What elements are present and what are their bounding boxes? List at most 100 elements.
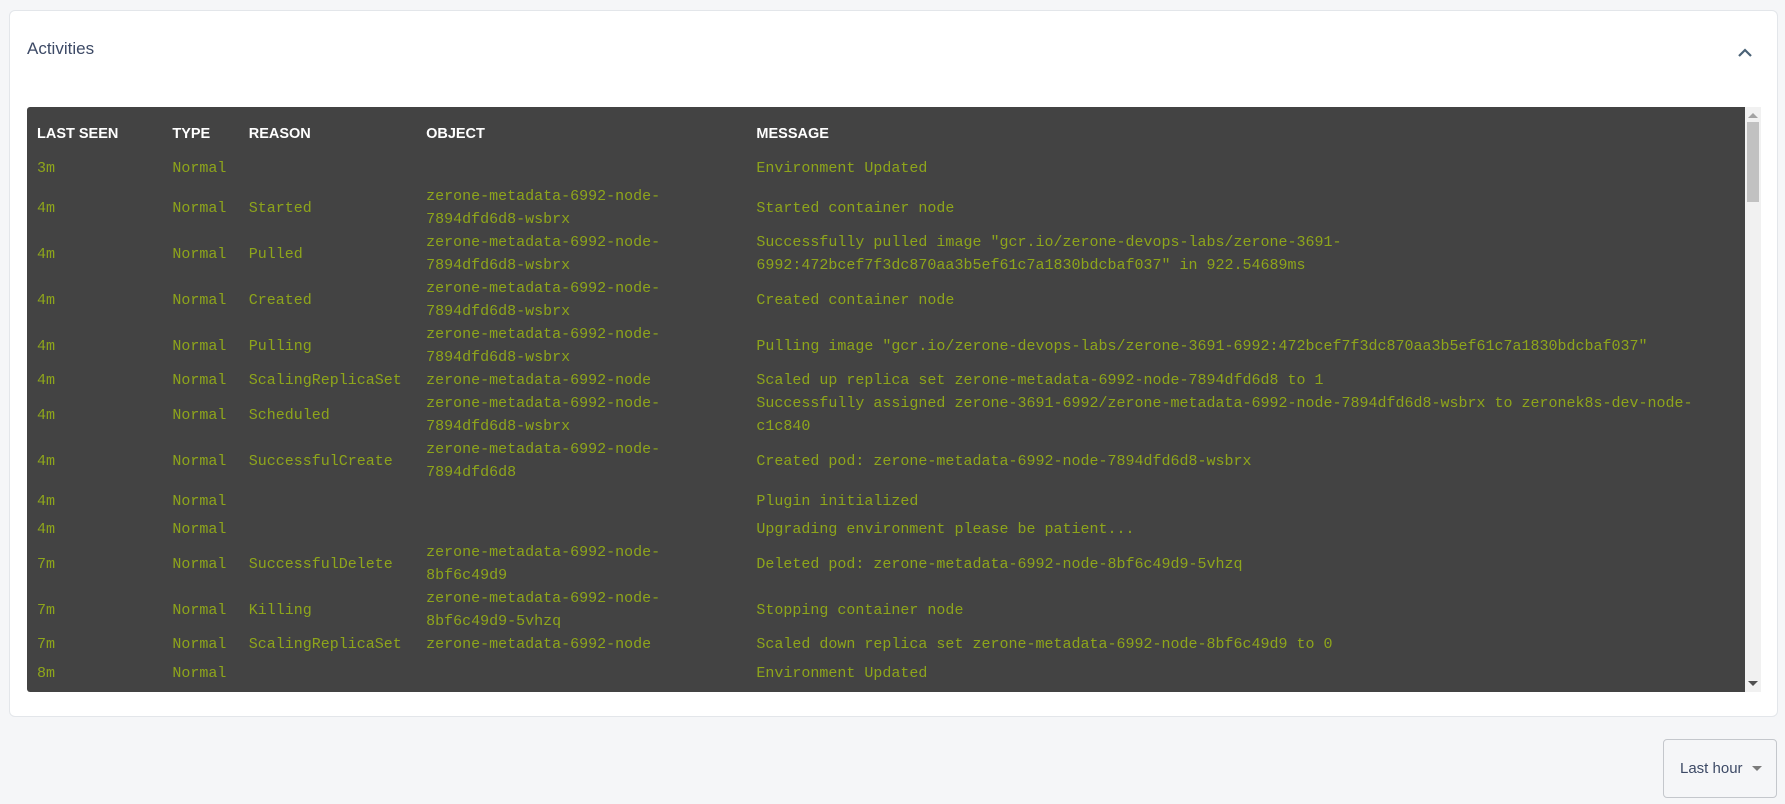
cell-object: zerone-metadata-6992-node- xyxy=(426,690,756,692)
cell-object: zerone-metadata-6992-node- 7894dfd6d8-ws… xyxy=(426,234,661,274)
scroll-up-arrow-icon[interactable] xyxy=(1748,113,1758,118)
cell-last-seen: 4m xyxy=(37,199,56,217)
column-header-object: OBJECT xyxy=(426,126,485,142)
cell-last-seen: 7m xyxy=(37,636,56,653)
cell-object: zerone-metadata-6992-node- 7894dfd6d8-ws… xyxy=(426,188,661,228)
cell-message: Plugin initialized xyxy=(756,492,919,510)
cell-message: Created container node xyxy=(756,291,955,309)
cell-reason: SuccessfulCreate xyxy=(248,452,393,470)
cell-reason: Pulled xyxy=(248,245,303,263)
table-row: 4m Normal Pulling zerone-metadata-6992-node… xyxy=(37,323,1745,369)
collapse-button[interactable] xyxy=(1733,41,1757,65)
time-range-selected: Last hour xyxy=(1680,760,1743,777)
cell-type: Normal xyxy=(172,636,227,653)
cell-type: Normal xyxy=(172,492,227,510)
cell-last-seen: 4m xyxy=(37,521,56,538)
cell-last-seen: 7m xyxy=(37,601,56,619)
cell-reason: Created xyxy=(249,690,426,692)
cell-last-seen: 7m xyxy=(37,555,56,573)
table-row: 8m Normal Environment Updated xyxy=(37,656,1745,690)
events-table: LAST SEEN TYPE REASON OBJECT MESSAGE 3m N… xyxy=(37,117,1745,692)
cell-message: Upgrading environment please be patient.… xyxy=(756,521,1135,538)
time-range-dropdown[interactable]: Last hour xyxy=(1663,739,1777,798)
cell-message: Started container node xyxy=(756,199,955,217)
cell-object: zerone-metadata-6992-node- 7894dfd6d8-ws… xyxy=(426,395,661,435)
cell-last-seen: 4m xyxy=(37,452,56,470)
table-row: 4m Normal ScalingReplicaSet zerone-metadata… xyxy=(37,369,1745,392)
table-row: 8mNormalCreatedzerone-metadata-6992-node… xyxy=(37,690,1745,692)
cell-reason: Started xyxy=(248,199,312,217)
scrollbar-thumb[interactable] xyxy=(1747,122,1759,202)
activities-card: Activities LAST SEEN TYPE REASON OBJECT … xyxy=(9,10,1778,717)
cell-object: zerone-metadata-6992-node- 8bf6c49d9-5vh… xyxy=(426,590,661,630)
cell-last-seen: 4m xyxy=(37,291,56,309)
cell-message: Deleted pod: zerone-metadata-6992-node-8… xyxy=(756,555,1243,573)
table-row: 7m Normal Killing zerone-metadata-6992-node… xyxy=(37,587,1745,633)
column-header-message: MESSAGE xyxy=(756,126,829,142)
cell-message: Scaled down replica set zerone-metadata-… xyxy=(756,636,1333,653)
cell-type: Normal xyxy=(172,245,227,263)
cell-type: Normal xyxy=(172,291,227,309)
cell-reason: SuccessfulDelete xyxy=(248,555,393,573)
table-row: 4m Normal Pulled zerone-metadata-6992-node-… xyxy=(37,231,1745,277)
table-row: 7m Normal SuccessfulDelete zerone-metadata-… xyxy=(37,541,1745,587)
scroll-down-arrow-icon[interactable] xyxy=(1748,681,1758,686)
cell-last-seen: 4m xyxy=(37,337,56,355)
chevron-up-icon xyxy=(1738,48,1752,57)
table-header-row: LAST SEEN TYPE REASON OBJECT MESSAGE xyxy=(37,117,1745,151)
table-row: 4m Normal Started zerone-metadata-6992-node… xyxy=(37,185,1745,231)
caret-down-icon xyxy=(1751,766,1762,771)
cell-object: zerone-metadata-6992-node- 7894dfd6d8-ws… xyxy=(426,326,661,366)
column-header-reason: REASON xyxy=(248,126,311,142)
table-row: 4m Normal Scheduled zerone-metadata-6992-no… xyxy=(37,392,1745,438)
table-row: 4m Normal SuccessfulCreate zerone-metadata-… xyxy=(37,438,1745,484)
cell-type: Normal xyxy=(172,406,227,424)
cell-type: Normal xyxy=(172,337,227,355)
table-row: 4m Normal Plugin initialized xyxy=(37,484,1745,518)
cell-last-seen: 8m xyxy=(37,664,56,682)
cell-last-seen: 3m xyxy=(37,159,56,177)
events-scroll-area[interactable]: LAST SEEN TYPE REASON OBJECT MESSAGE 3m N… xyxy=(27,107,1745,692)
cell-object: zerone-metadata-6992-node xyxy=(426,636,652,653)
cell-message: Successfully pulled image "gcr.io/zerone… xyxy=(756,234,1342,274)
cell-reason xyxy=(249,484,426,518)
cell-message: Successfully assigned zerone-3691-6992/z… xyxy=(756,395,1693,435)
cell-object xyxy=(426,518,756,541)
cell-type: Normal xyxy=(172,555,227,573)
cell-last-seen: 4m xyxy=(37,406,56,424)
cell-type: Normal xyxy=(172,521,227,538)
cell-last-seen: 4m xyxy=(37,492,56,510)
cell-message: Environment Updated xyxy=(756,664,928,682)
cell-object: zerone-metadata-6992-node- 7894dfd6d8 xyxy=(426,441,661,481)
cell-last-seen: 4m xyxy=(37,372,56,389)
cell-message: Pulling image "gcr.io/zerone-devops-labs… xyxy=(756,337,1648,355)
cell-type: Normal xyxy=(172,159,227,177)
cell-message: Created container node xyxy=(756,690,1745,692)
cell-reason: ScalingReplicaSet xyxy=(248,372,402,389)
cell-reason: Killing xyxy=(248,601,312,619)
cell-message: Scaled up replica set zerone-metadata-69… xyxy=(756,372,1324,389)
events-log-panel: LAST SEEN TYPE REASON OBJECT MESSAGE 3m N… xyxy=(27,107,1761,692)
cell-type: Normal xyxy=(172,199,227,217)
cell-reason: Created xyxy=(248,291,312,309)
cell-reason xyxy=(249,518,426,541)
table-row: 4m Normal Upgrading environment please be … xyxy=(37,518,1745,541)
vertical-scrollbar[interactable] xyxy=(1745,107,1761,692)
column-header-type: TYPE xyxy=(172,126,211,142)
cell-type: Normal xyxy=(172,372,227,389)
table-row: 4m Normal Created zerone-metadata-6992-node… xyxy=(37,277,1745,323)
table-row: 7m Normal ScalingReplicaSet zerone-metadata… xyxy=(37,633,1745,656)
cell-message: Created pod: zerone-metadata-6992-node-7… xyxy=(756,452,1252,470)
cell-reason: ScalingReplicaSet xyxy=(248,636,402,653)
cell-type: Normal xyxy=(172,690,248,692)
cell-last-seen: 8m xyxy=(37,690,172,692)
cell-object xyxy=(426,656,756,690)
cell-type: Normal xyxy=(172,664,227,682)
cell-object: zerone-metadata-6992-node- 7894dfd6d8-ws… xyxy=(426,280,661,320)
events-table-body: 3m Normal Environment Updated 4m Normal Start… xyxy=(37,151,1745,692)
cell-message: Stopping container node xyxy=(756,601,964,619)
cell-reason xyxy=(249,151,426,185)
cell-object: zerone-metadata-6992-node xyxy=(426,372,652,389)
cell-last-seen: 4m xyxy=(37,245,56,263)
card-title: Activities xyxy=(27,39,95,58)
